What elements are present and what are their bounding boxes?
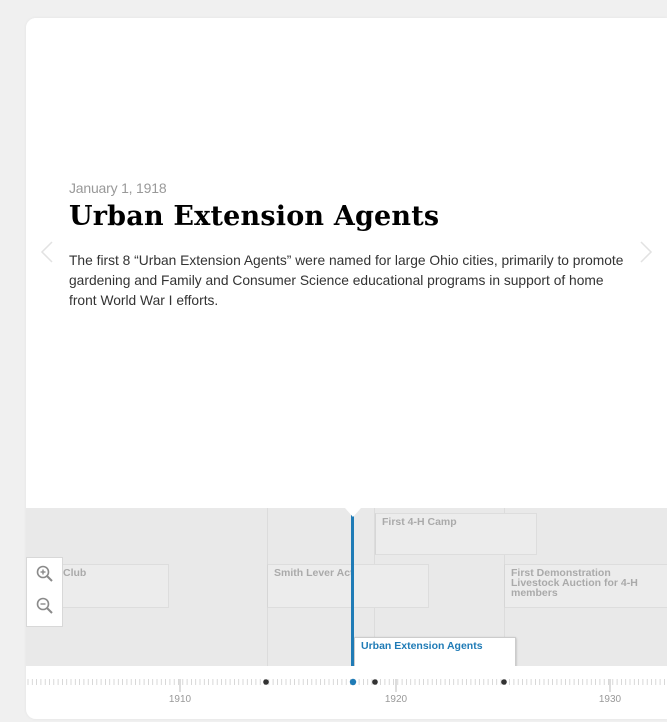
chevron-right-icon[interactable] bbox=[639, 240, 653, 264]
axis-label-1920: 1920 bbox=[385, 694, 408, 705]
axis-event-dot bbox=[501, 679, 507, 685]
axis-label-1910: 1910 bbox=[169, 694, 192, 705]
event-label: First Demonstration Livestock Auction fo… bbox=[511, 567, 638, 599]
event-label: Smith Lever Act bbox=[274, 567, 354, 579]
slide-panel: January 1, 1918 Urban Extension Agents T… bbox=[26, 18, 667, 508]
event-label: First 4-H Camp bbox=[382, 516, 457, 528]
slide-date: January 1, 1918 bbox=[69, 180, 167, 196]
timeline-frame: January 1, 1918 Urban Extension Agents T… bbox=[26, 18, 667, 719]
event-label: Urban Extension Agents bbox=[361, 640, 483, 652]
slide-description: The first 8 “Urban Extension Agents” wer… bbox=[69, 253, 624, 308]
axis-event-dot bbox=[372, 679, 378, 685]
zoom-controls bbox=[26, 557, 63, 627]
timeline-event-first-demonstration-livestock-auction[interactable]: First Demonstration Livestock Auction fo… bbox=[504, 564, 667, 608]
slide-title: Urban Extension Agents bbox=[69, 201, 440, 232]
event-label: Club bbox=[63, 567, 87, 579]
axis-label-1930: 1930 bbox=[599, 694, 622, 705]
current-time-marker bbox=[351, 508, 354, 672]
timeline-event-first-4h-camp[interactable]: First 4-H Camp bbox=[375, 513, 537, 555]
timeline-event-smith-lever-act[interactable]: Smith Lever Act bbox=[267, 564, 429, 608]
axis-event-dot bbox=[263, 679, 269, 685]
zoom-out-icon[interactable] bbox=[35, 596, 55, 616]
time-axis[interactable]: 1910 1920 1930 bbox=[26, 666, 667, 719]
zoom-in-icon[interactable] bbox=[35, 564, 55, 584]
marker-pointer bbox=[345, 508, 361, 517]
axis-active-dot bbox=[349, 678, 357, 686]
chevron-left-icon[interactable] bbox=[40, 240, 54, 264]
timeline-navigator[interactable]: First 4-H Camp Club Smith Lever Act Firs… bbox=[26, 508, 667, 719]
